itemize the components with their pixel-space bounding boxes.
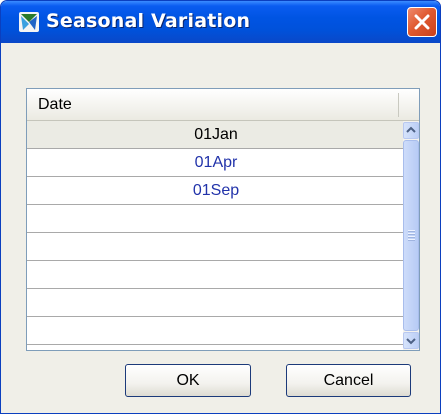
header-corner (399, 89, 419, 121)
ok-button[interactable]: OK (125, 364, 251, 397)
close-button[interactable] (407, 7, 437, 37)
dialog-window: Seasonal Variation Date 01Jan 01Apr 01Se… (0, 0, 441, 414)
table-header: Date (27, 89, 399, 121)
scroll-grip-icon (408, 230, 415, 242)
vertical-scrollbar[interactable] (403, 121, 419, 350)
table-row[interactable]: 01Sep (27, 177, 405, 205)
date-table: Date 01Jan 01Apr 01Sep (26, 88, 420, 351)
table-row[interactable] (27, 261, 405, 289)
table-row[interactable] (27, 233, 405, 261)
table-row[interactable]: 01Apr (27, 149, 405, 177)
scroll-down-button[interactable] (403, 332, 419, 349)
title-bar[interactable]: Seasonal Variation (1, 1, 440, 43)
table-rows: 01Jan 01Apr 01Sep (27, 121, 405, 345)
column-header-date[interactable]: Date (38, 96, 72, 114)
window-title: Seasonal Variation (46, 10, 251, 32)
table-row[interactable] (27, 317, 405, 345)
table-row[interactable] (27, 205, 405, 233)
chevron-down-icon (406, 338, 416, 345)
table-row[interactable] (27, 289, 405, 317)
app-chart-icon (19, 12, 39, 32)
scroll-thumb[interactable] (403, 140, 419, 331)
chevron-up-icon (406, 126, 416, 133)
close-icon (414, 14, 430, 30)
scroll-up-button[interactable] (403, 122, 419, 139)
cancel-button[interactable]: Cancel (286, 364, 411, 397)
table-row[interactable]: 01Jan (27, 121, 405, 149)
